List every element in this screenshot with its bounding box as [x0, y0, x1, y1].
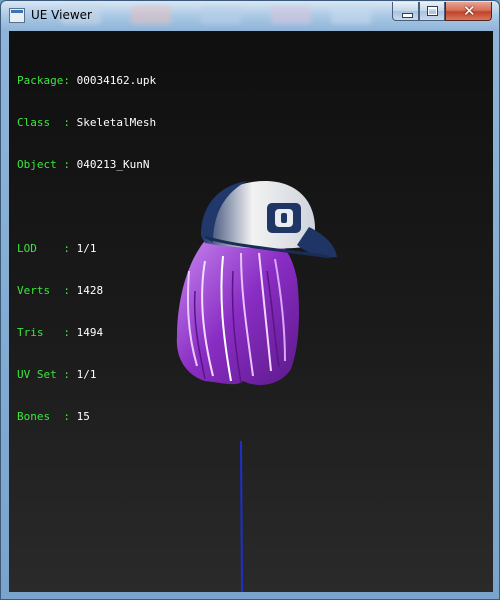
render-viewport[interactable]: Package: 00034162.upk Class : SkeletalMe…	[9, 31, 493, 592]
title-bar[interactable]: UE Viewer ✕	[1, 1, 499, 31]
window-app-icon[interactable]	[9, 8, 25, 23]
minimize-button[interactable]	[392, 2, 419, 21]
close-icon: ✕	[463, 2, 476, 20]
skeletal-mesh-render[interactable]	[9, 31, 493, 592]
minimize-icon	[402, 13, 413, 18]
vertical-axis-line	[240, 440, 243, 592]
ue-viewer-window: UE Viewer ✕ Package: 00034162.upk Class …	[0, 0, 500, 600]
close-button[interactable]: ✕	[445, 2, 492, 21]
aero-glass-background	[61, 3, 381, 29]
maximize-icon	[427, 6, 438, 16]
window-title: UE Viewer	[31, 8, 92, 22]
hair-mesh	[176, 236, 299, 385]
maximize-button[interactable]	[419, 2, 445, 21]
